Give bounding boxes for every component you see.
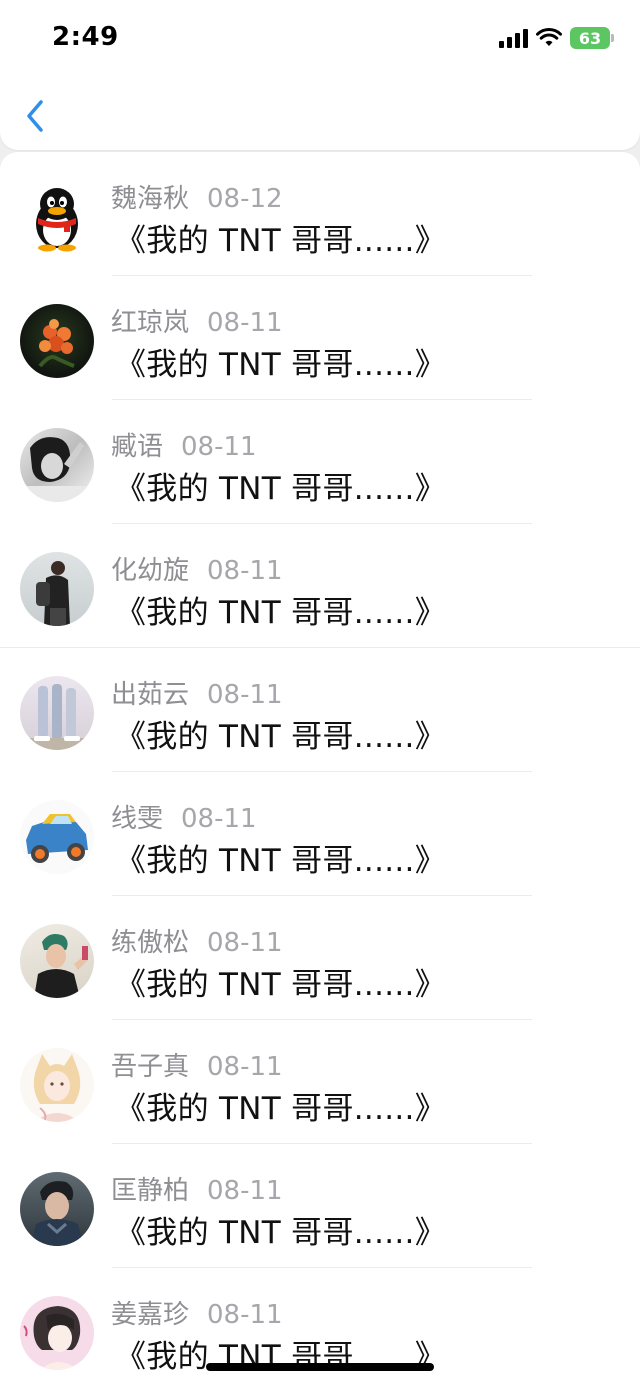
message-date: 08-11	[181, 804, 257, 834]
avatar[interactable]	[20, 1172, 94, 1246]
message-text: 《我的 TNT 哥哥......》	[115, 223, 446, 259]
message-date: 08-11	[207, 308, 283, 338]
sender-name-text: 魏海秋	[111, 184, 190, 214]
avatar[interactable]	[20, 428, 94, 502]
sender-name-text: 化幼旋	[111, 556, 190, 586]
battery-indicator: 63	[570, 27, 610, 49]
message-date: 08-11	[207, 928, 283, 958]
avatar[interactable]	[20, 180, 94, 254]
sender-name-text: 练傲松	[111, 928, 190, 958]
sender-name: 红琼岚 08-11	[111, 302, 283, 339]
avatar[interactable]	[20, 1048, 94, 1122]
person-backpack-photo	[36, 561, 70, 626]
list-item[interactable]: 线雯 08-11 《我的 TNT 哥哥......》	[0, 772, 640, 896]
list-item[interactable]: 吾子真 08-11 《我的 TNT 哥哥......》	[0, 1020, 640, 1144]
sender-name-text: 红琼岚	[111, 308, 190, 338]
sender-name-text: 姜嘉珍	[111, 1300, 190, 1330]
sender-name-text: 出茹云	[111, 680, 190, 710]
bw-girl-photo	[20, 437, 94, 502]
message-text: 《我的 TNT 哥哥......》	[115, 471, 446, 507]
avatar[interactable]	[20, 676, 94, 750]
avatar[interactable]	[20, 304, 94, 378]
message-text: 《我的 TNT 哥哥......》	[115, 719, 446, 755]
sender-name-text: 线雯	[111, 804, 164, 834]
status-icons: 63	[499, 26, 614, 50]
sender-name-text: 匡静柏	[111, 1176, 190, 1206]
cellular-signal-icon	[499, 28, 528, 48]
list-item[interactable]: 臧语 08-11 《我的 TNT 哥哥......》	[0, 400, 640, 524]
message-date: 08-11	[207, 1052, 283, 1082]
message-date: 08-11	[181, 432, 257, 462]
top-bar: 2:49 63	[0, 0, 640, 150]
sender-name: 臧语 08-11	[111, 426, 257, 463]
status-time: 2:49	[52, 22, 119, 52]
avatar[interactable]	[20, 1296, 94, 1370]
list-item[interactable]: 匡静柏 08-11 《我的 TNT 哥哥......》	[0, 1144, 640, 1268]
message-text: 《我的 TNT 哥哥......》	[115, 347, 446, 383]
sender-name: 匡静柏 08-11	[111, 1170, 283, 1207]
message-date: 08-11	[207, 1300, 283, 1330]
message-date: 08-11	[207, 556, 283, 586]
sender-name: 化幼旋 08-11	[111, 550, 283, 587]
back-button[interactable]	[18, 96, 54, 136]
message-text: 《我的 TNT 哥哥......》	[115, 1215, 446, 1251]
list-item[interactable]: 练傲松 08-11 《我的 TNT 哥哥......》	[0, 896, 640, 1020]
sender-name: 姜嘉珍 08-11	[111, 1294, 283, 1331]
message-text: 《我的 TNT 哥哥......》	[115, 967, 446, 1003]
toy-car-image	[26, 814, 88, 863]
avatar[interactable]	[20, 924, 94, 998]
message-date: 08-11	[207, 680, 283, 710]
sender-name-text: 吾子真	[111, 1052, 190, 1082]
girl-drawing	[23, 1306, 81, 1370]
message-text: 《我的 TNT 哥哥......》	[115, 1091, 446, 1127]
flower-photo	[38, 319, 75, 368]
sender-name: 练傲松 08-11	[111, 922, 283, 959]
sender-name: 线雯 08-11	[111, 798, 257, 835]
list-item[interactable]: 魏海秋 08-12 《我的 TNT 哥哥......》	[0, 152, 640, 276]
cat-girl-illustration	[33, 1054, 81, 1122]
man-photo	[34, 934, 88, 998]
sender-name: 吾子真 08-11	[111, 1046, 283, 1083]
list-item[interactable]: 出茹云 08-11 《我的 TNT 哥哥......》	[0, 648, 640, 772]
wifi-icon	[536, 28, 562, 46]
list-item[interactable]: 红琼岚 08-11 《我的 TNT 哥哥......》	[0, 276, 640, 400]
avatar[interactable]	[20, 552, 94, 626]
sender-name: 魏海秋 08-12	[111, 178, 283, 215]
sender-name: 出茹云 08-11	[111, 674, 283, 711]
avatar[interactable]	[20, 800, 94, 874]
male-model-photo	[30, 1181, 84, 1246]
sender-name-text: 臧语	[111, 432, 164, 462]
battery-level: 63	[578, 28, 602, 48]
message-date: 08-11	[207, 1176, 283, 1206]
message-list: 魏海秋 08-12 《我的 TNT 哥哥......》 红琼岚 08-11 《我的 …	[0, 152, 640, 1385]
message-text: 《我的 TNT 哥哥......》	[115, 843, 446, 879]
battery-cap	[611, 34, 614, 42]
penguin-icon	[36, 188, 78, 252]
message-date: 08-12	[207, 184, 283, 214]
message-text: 《我的 TNT 哥哥......》	[115, 595, 446, 631]
home-indicator[interactable]	[206, 1363, 434, 1371]
chevron-left-icon	[27, 100, 43, 132]
list-item[interactable]: 化幼旋 08-11 《我的 TNT 哥哥......》	[0, 524, 640, 648]
legs-photo	[20, 684, 94, 750]
